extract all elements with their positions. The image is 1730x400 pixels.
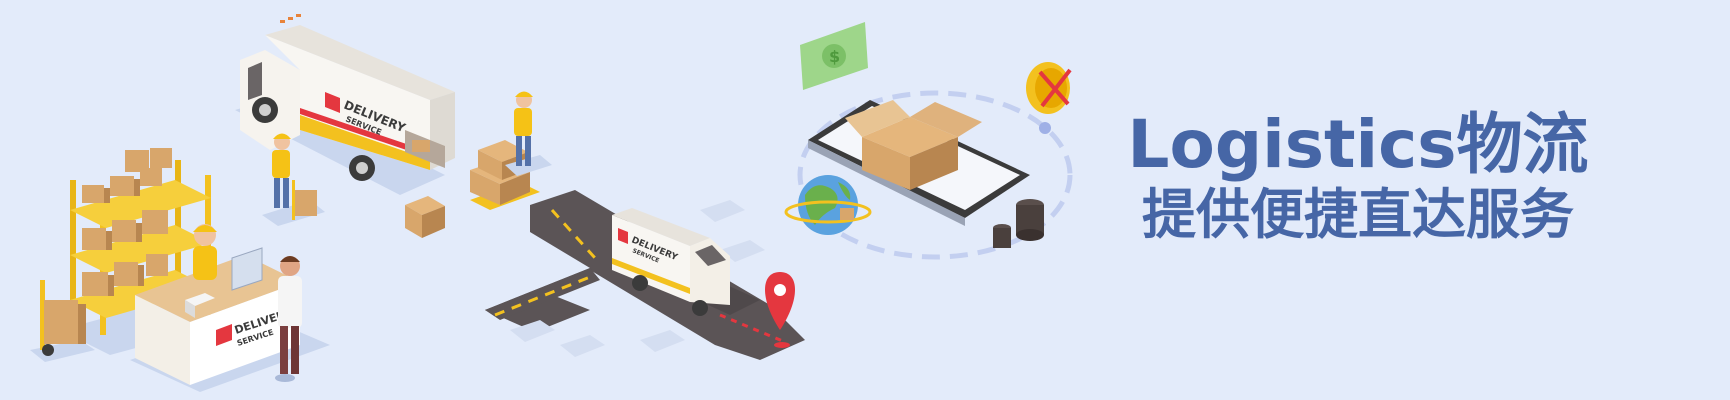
phone-with-parcel — [797, 90, 1073, 260]
decor-dot — [1039, 122, 1051, 134]
money-bill: $ — [800, 22, 868, 90]
money-symbol: $ — [829, 47, 840, 66]
headline-title: Logistics物流 — [1127, 106, 1589, 183]
delivery-truck-road: DELIVERY SERVICE — [612, 208, 760, 316]
worker-pushing — [505, 91, 552, 176]
box-on-floor — [405, 196, 445, 238]
coin-icon — [1026, 62, 1072, 114]
logistics-banner: DELIVERY SERVICE DELIVERY SERVICE DELIVE… — [0, 0, 1730, 400]
headline-subtitle: 提供便捷直达服务 — [1142, 183, 1574, 246]
delivery-van-top: DELIVERY SERVICE — [235, 14, 455, 195]
headline: Logistics物流 提供便捷直达服务 — [1108, 112, 1608, 242]
